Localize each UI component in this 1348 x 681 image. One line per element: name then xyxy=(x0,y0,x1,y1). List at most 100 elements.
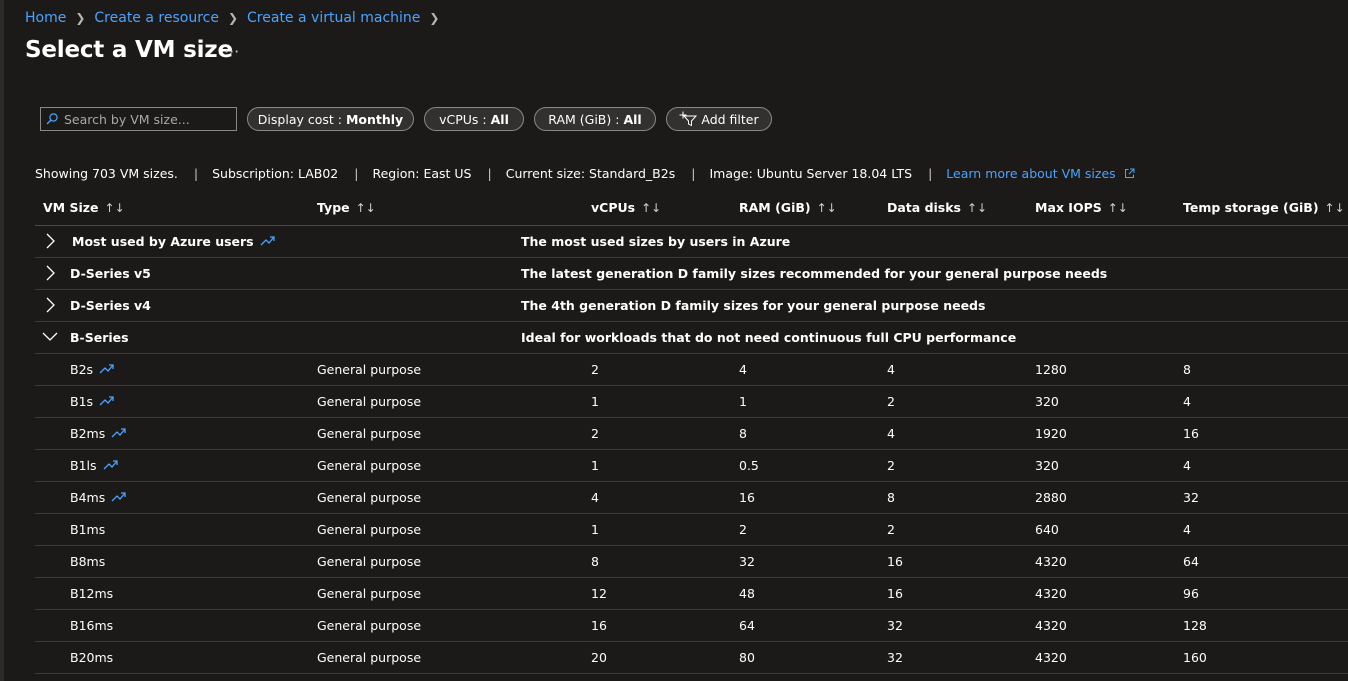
table-row[interactable]: B1ls General purpose 1 0.5 2 320 4 xyxy=(35,450,1348,482)
ram-filter[interactable]: RAM (GiB) : All xyxy=(534,107,656,131)
ram-filter-label: RAM (GiB) : xyxy=(548,111,620,127)
table-row[interactable]: B16ms General purpose 16 64 32 4320 128 xyxy=(35,610,1348,642)
col-vm-size: B2s xyxy=(70,362,115,377)
group-row[interactable]: B-Series Ideal for workloads that do not … xyxy=(35,322,1348,354)
trending-icon xyxy=(260,236,275,246)
chevron-down-icon[interactable] xyxy=(41,327,59,347)
cell-value: 16 xyxy=(591,618,607,633)
table-row[interactable]: B2s General purpose 2 4 4 1280 8 xyxy=(35,354,1348,386)
sort-icon[interactable]: ↑↓ xyxy=(105,201,125,215)
col-ram-header[interactable]: RAM (GiB) ↑↓ xyxy=(739,200,837,215)
trending-icon xyxy=(111,428,126,438)
col-data-disks: 2 xyxy=(887,394,895,409)
chevron-right-icon[interactable] xyxy=(41,263,59,283)
group-name: Most used by Azure users xyxy=(72,234,276,249)
col-temp-storage: 160 xyxy=(1183,650,1207,665)
learn-more-link[interactable]: Learn more about VM sizes xyxy=(946,166,1135,181)
sort-icon[interactable]: ↑↓ xyxy=(1325,201,1345,215)
group-description: The most used sizes by users in Azure xyxy=(521,234,791,249)
col-max-iops: 320 xyxy=(1035,458,1059,473)
group-row[interactable]: D-Series v4 The 4th generation D family s… xyxy=(35,290,1348,322)
add-filter-button[interactable]: Add filter xyxy=(666,107,772,131)
cell-value: B16ms xyxy=(70,618,114,633)
col-max-iops-header[interactable]: Max IOPS ↑↓ xyxy=(1035,200,1128,215)
trending-icon xyxy=(99,364,114,374)
more-options-icon[interactable]: ··· xyxy=(224,42,239,61)
col-type: General purpose xyxy=(317,586,421,601)
cell-value: 16 xyxy=(1183,426,1199,441)
col-vcpus: 16 xyxy=(591,618,607,633)
col-ram: 48 xyxy=(739,586,755,601)
search-box[interactable] xyxy=(40,107,237,131)
cell-value: B8ms xyxy=(70,554,106,569)
cell-value: 4 xyxy=(1183,522,1191,537)
cell-value: 4320 xyxy=(1035,586,1067,601)
group-row[interactable]: Most used by Azure users The most used si… xyxy=(35,226,1348,258)
col-vcpus: 1 xyxy=(591,522,599,537)
col-vm-size-header[interactable]: VM Size ↑↓ xyxy=(43,200,125,215)
table-row[interactable]: B12ms General purpose 12 48 16 4320 96 xyxy=(35,578,1348,610)
group-row[interactable]: D-Series v5 The latest generation D famil… xyxy=(35,258,1348,290)
col-data-disks-header[interactable]: Data disks ↑↓ xyxy=(887,200,987,215)
sort-icon[interactable]: ↑↓ xyxy=(1108,201,1128,215)
col-ram: 1 xyxy=(739,394,747,409)
sort-icon[interactable]: ↑↓ xyxy=(356,201,376,215)
sort-icon[interactable]: ↑↓ xyxy=(817,201,837,215)
table-row[interactable]: B8ms General purpose 8 32 16 4320 64 xyxy=(35,546,1348,578)
col-ram: 0.5 xyxy=(739,458,759,473)
column-label: VM Size xyxy=(43,200,99,215)
cell-value: 160 xyxy=(1183,650,1207,665)
table-row[interactable]: B1ms General purpose 1 2 2 640 4 xyxy=(35,514,1348,546)
cell-value: 48 xyxy=(739,586,755,601)
divider: | xyxy=(691,165,696,181)
col-data-disks: 4 xyxy=(887,362,895,377)
breadcrumb-home[interactable]: Home xyxy=(25,10,66,26)
cell-value: B4ms xyxy=(70,490,106,505)
column-label: Temp storage (GiB) xyxy=(1183,200,1319,215)
sort-icon[interactable]: ↑↓ xyxy=(641,201,661,215)
column-label: vCPUs xyxy=(591,200,636,215)
cell-value: 2 xyxy=(887,522,895,537)
cell-value: 2 xyxy=(591,426,599,441)
toolbar: Display cost : Monthly vCPUs : All RAM (… xyxy=(40,107,1340,131)
col-max-iops: 2880 xyxy=(1035,490,1067,505)
cell-value: 16 xyxy=(887,554,903,569)
col-type-header[interactable]: Type ↑↓ xyxy=(317,200,376,215)
col-ram: 4 xyxy=(739,362,747,377)
search-input[interactable] xyxy=(64,111,234,127)
summary-bar: Showing 703 VM sizes. | Subscription: LA… xyxy=(35,165,1135,181)
trending-icon xyxy=(99,396,114,406)
col-type: General purpose xyxy=(317,618,421,633)
chevron-right-icon[interactable] xyxy=(41,295,59,315)
col-vcpus-header[interactable]: vCPUs ↑↓ xyxy=(591,200,661,215)
table-row[interactable]: B20ms General purpose 20 80 32 4320 160 xyxy=(35,642,1348,674)
vcpus-filter[interactable]: vCPUs : All xyxy=(424,107,524,131)
cell-value: 4 xyxy=(1183,394,1191,409)
breadcrumb-create-vm[interactable]: Create a virtual machine xyxy=(247,10,420,26)
cell-value: 1 xyxy=(591,394,599,409)
col-max-iops: 4320 xyxy=(1035,554,1067,569)
display-cost-filter[interactable]: Display cost : Monthly xyxy=(247,107,414,131)
col-vm-size: B4ms xyxy=(70,490,127,505)
group-name-label: D-Series v5 xyxy=(70,266,151,281)
chevron-right-icon[interactable] xyxy=(41,231,59,251)
col-data-disks: 8 xyxy=(887,490,895,505)
col-ram: 2 xyxy=(739,522,747,537)
col-max-iops: 1280 xyxy=(1035,362,1067,377)
sort-icon[interactable]: ↑↓ xyxy=(967,201,987,215)
cell-value: B2ms xyxy=(70,426,106,441)
cell-value: General purpose xyxy=(317,650,422,665)
table-row[interactable]: B1s General purpose 1 1 2 320 4 xyxy=(35,386,1348,418)
breadcrumb-create-resource[interactable]: Create a resource xyxy=(94,10,219,26)
cell-value: 1 xyxy=(739,394,747,409)
cell-value: 1 xyxy=(591,458,599,473)
table-row[interactable]: B4ms General purpose 4 16 8 2880 32 xyxy=(35,482,1348,514)
cell-value: B1s xyxy=(70,394,94,409)
col-vm-size: B1s xyxy=(70,394,115,409)
col-data-disks: 16 xyxy=(887,554,903,569)
col-temp-storage: 32 xyxy=(1183,490,1199,505)
col-vm-size: B16ms xyxy=(70,618,113,633)
table-row[interactable]: B2ms General purpose 2 8 4 1920 16 xyxy=(35,418,1348,450)
col-vcpus: 2 xyxy=(591,362,599,377)
col-temp-storage-header[interactable]: Temp storage (GiB) ↑↓ xyxy=(1183,200,1345,215)
